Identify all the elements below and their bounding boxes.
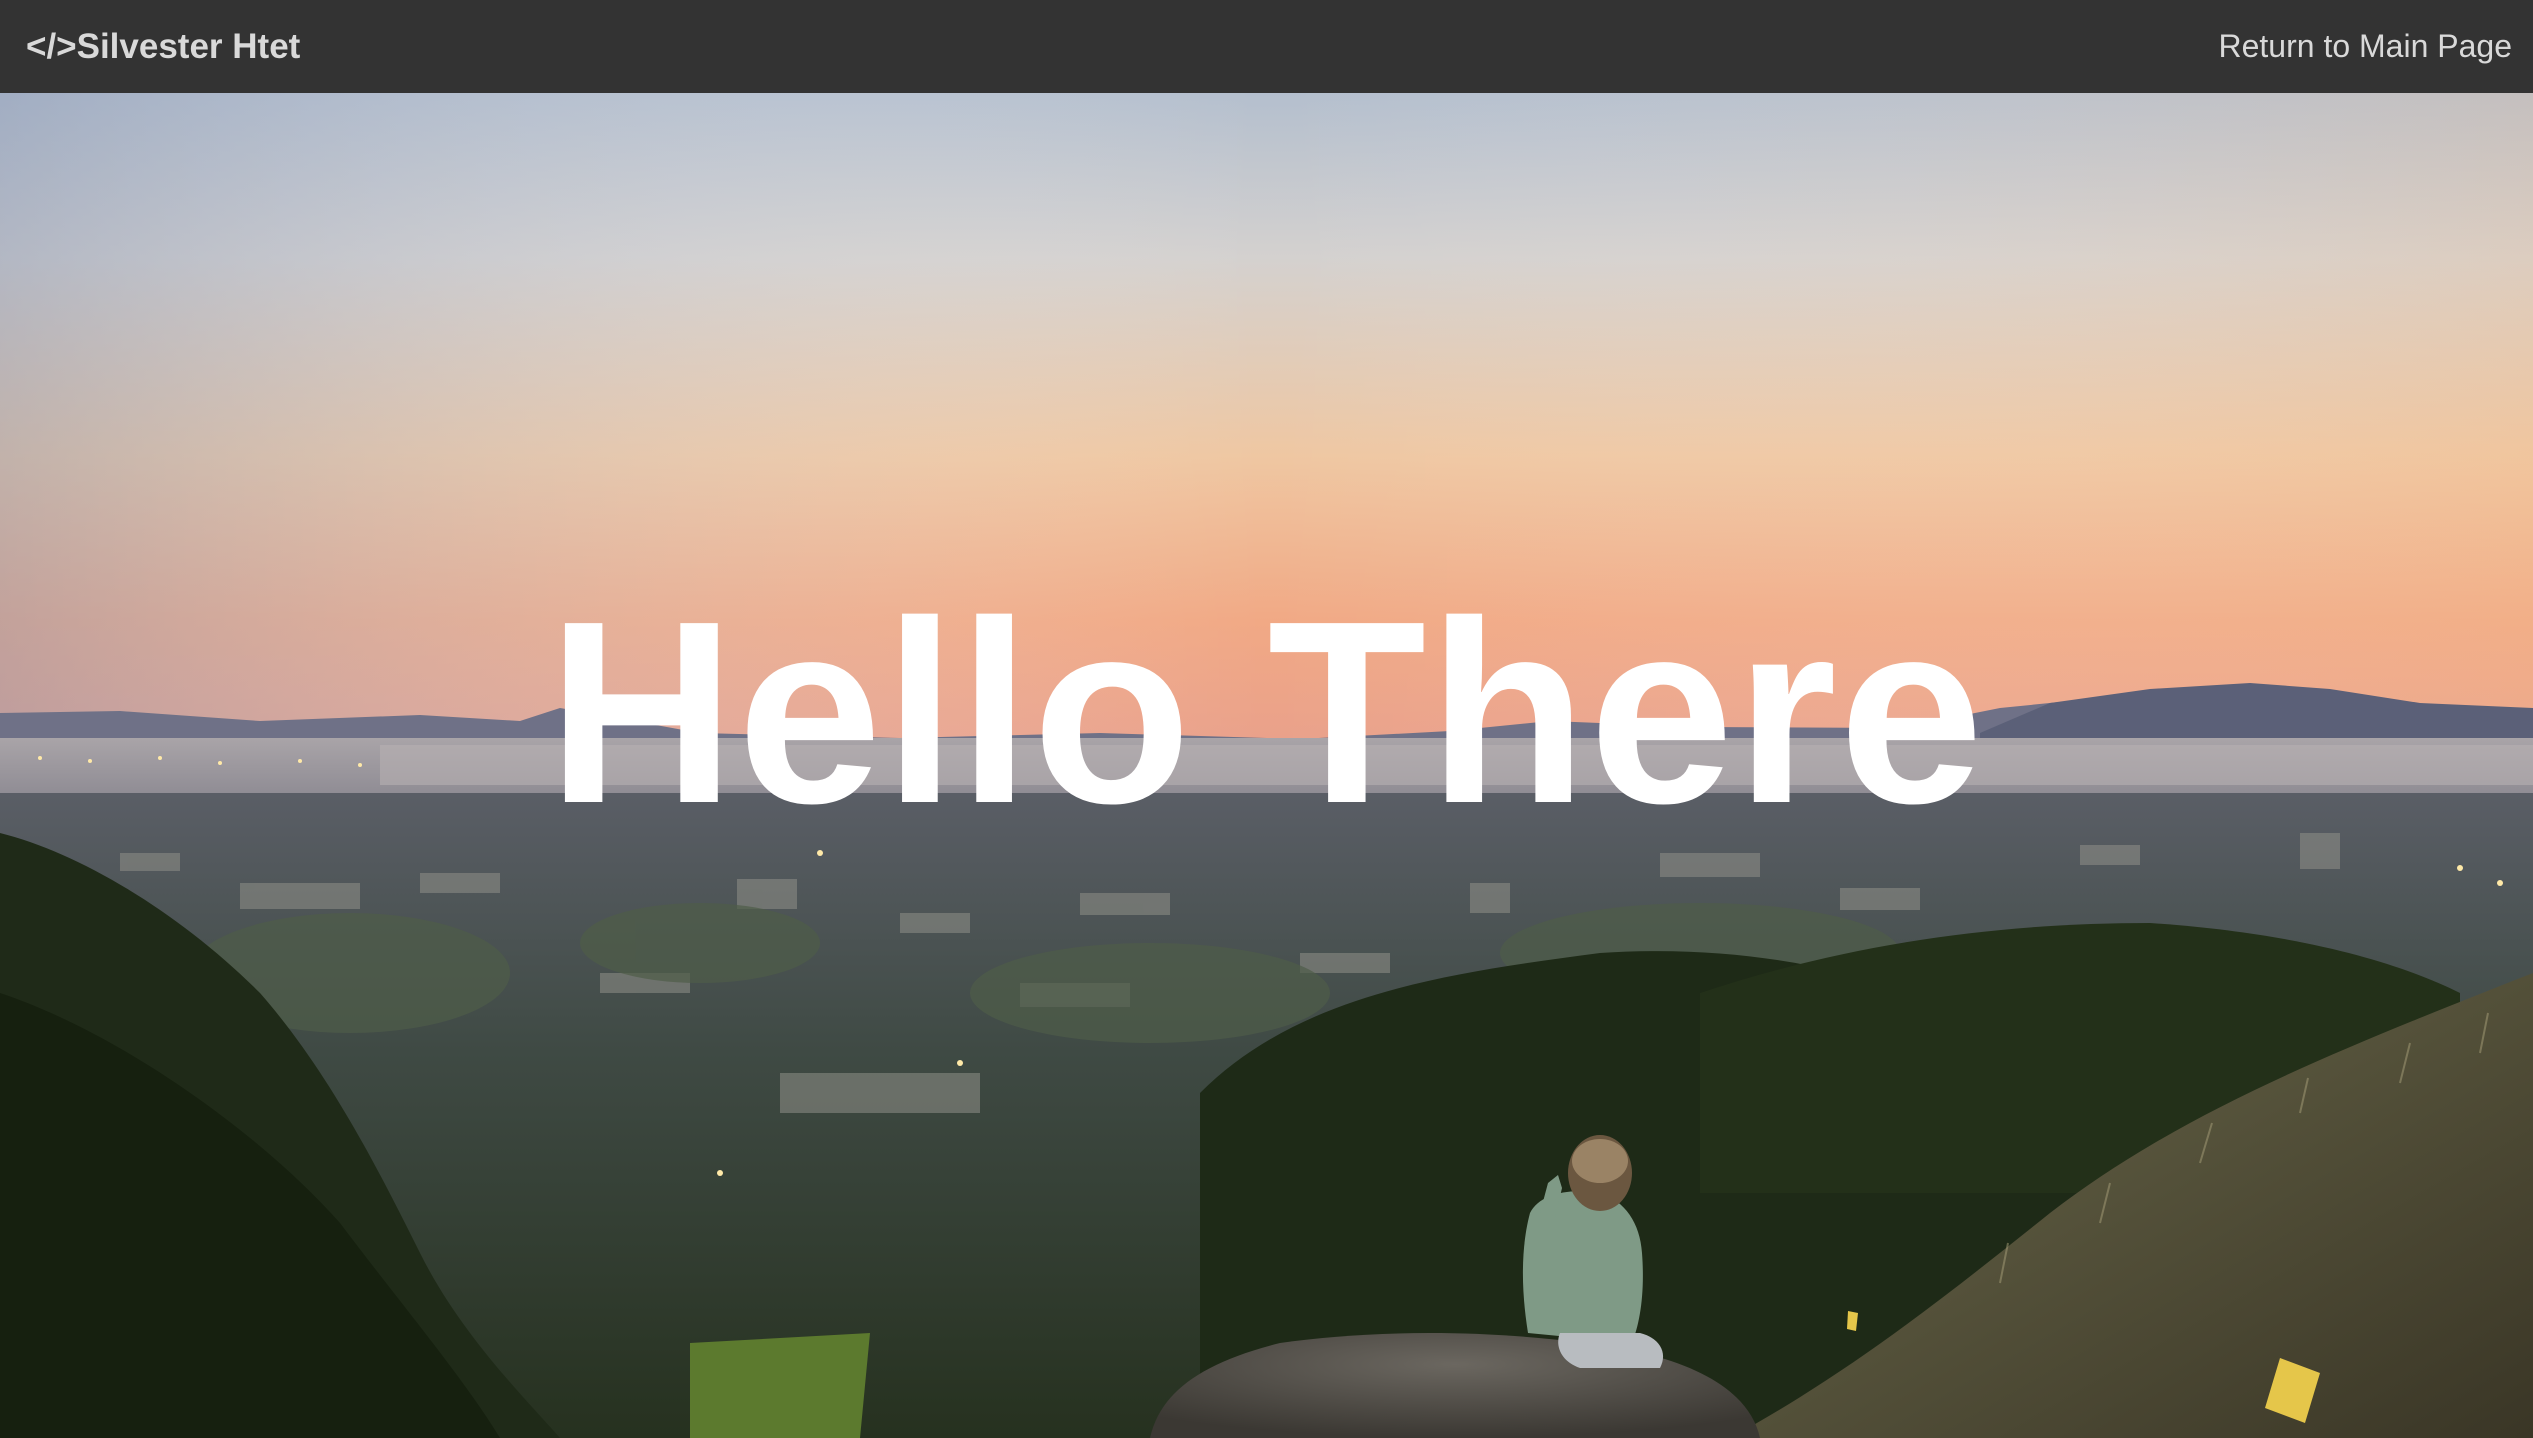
return-to-main-page-link[interactable]: Return to Main Page xyxy=(2219,28,2513,65)
hero-section: Hello There xyxy=(0,93,2533,1438)
brand-logo-link[interactable]: </>Silvester Htet xyxy=(26,27,300,67)
hero-title: Hello There xyxy=(547,568,1986,858)
top-navbar: </>Silvester Htet Return to Main Page xyxy=(0,0,2533,93)
